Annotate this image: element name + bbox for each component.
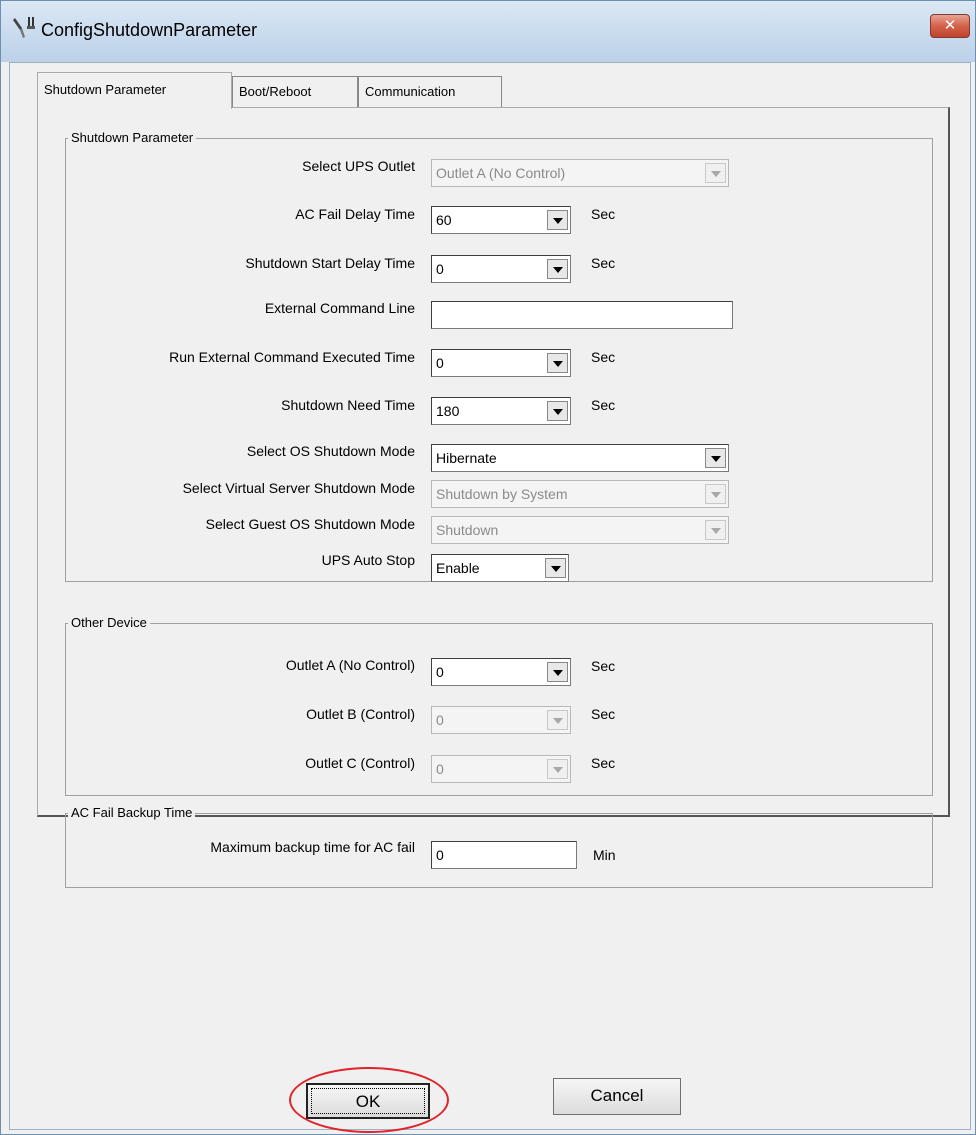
shutdown-need-time-unit: Sec	[591, 397, 616, 413]
other-device-group-title: Other Device	[68, 615, 150, 630]
ac-fail-delay-unit: Sec	[591, 206, 616, 222]
close-icon: ✕	[943, 16, 957, 34]
ac-fail-backup-group-title: AC Fail Backup Time	[68, 805, 196, 820]
combo-value: 0	[436, 355, 444, 371]
chevron-down-icon	[705, 163, 726, 183]
tab-shutdown-parameter[interactable]: Shutdown Parameter	[37, 72, 232, 109]
run-external-command-time-label: Run External Command Executed Time	[169, 349, 415, 365]
select-ups-outlet-label: Select UPS Outlet	[302, 158, 415, 174]
chevron-down-icon[interactable]	[545, 558, 566, 578]
tab-label: Shutdown Parameter	[44, 82, 167, 97]
virtual-server-shutdown-mode-combo: Shutdown by System	[431, 480, 729, 508]
combo-value: 0	[436, 761, 444, 777]
shutdown-parameter-group-title: Shutdown Parameter	[68, 130, 197, 145]
close-button[interactable]: ✕	[930, 14, 970, 38]
max-backup-time-label: Maximum backup time for AC fail	[210, 839, 415, 855]
chevron-down-icon[interactable]	[547, 210, 568, 230]
virtual-server-shutdown-mode-label: Select Virtual Server Shutdown Mode	[182, 480, 415, 496]
tab-communication[interactable]: Communication	[358, 76, 502, 108]
combo-value: Hibernate	[436, 450, 497, 466]
ac-fail-delay-combo[interactable]: 60	[431, 206, 571, 234]
outlet-c-unit: Sec	[591, 755, 616, 771]
config-shutdown-window: ConfigShutdownParameter ✕ Shutdown Param…	[0, 0, 976, 1135]
ac-fail-delay-label: AC Fail Delay Time	[295, 206, 415, 222]
ups-auto-stop-combo[interactable]: Enable	[431, 554, 569, 582]
window-title: ConfigShutdownParameter	[41, 20, 258, 40]
title-bar[interactable]: ConfigShutdownParameter ✕	[1, 1, 975, 62]
chevron-down-icon	[547, 759, 568, 779]
chevron-down-icon[interactable]	[547, 401, 568, 421]
outlet-a-unit: Sec	[591, 658, 616, 674]
combo-value: Enable	[436, 560, 480, 576]
shutdown-start-delay-unit: Sec	[591, 255, 616, 271]
chevron-down-icon	[547, 710, 568, 730]
external-command-line-label: External Command Line	[264, 300, 415, 316]
combo-value: Shutdown	[436, 522, 499, 538]
chevron-down-icon	[705, 520, 726, 540]
tab-label: Communication	[365, 84, 456, 99]
max-backup-time-unit: Min	[593, 847, 616, 863]
combo-value: 180	[436, 403, 460, 419]
ups-auto-stop-label: UPS Auto Stop	[321, 552, 415, 568]
tab-boot-reboot[interactable]: Boot/Reboot	[232, 76, 358, 108]
app-icon	[13, 17, 35, 38]
guest-os-shutdown-mode-combo: Shutdown	[431, 516, 729, 544]
outlet-b-label: Outlet B (Control)	[306, 706, 415, 722]
tab-label: Boot/Reboot	[239, 84, 312, 99]
combo-value: 0	[436, 712, 444, 728]
os-shutdown-mode-label: Select OS Shutdown Mode	[246, 443, 415, 459]
chevron-down-icon	[705, 484, 726, 504]
chevron-down-icon[interactable]	[547, 662, 568, 682]
outlet-a-label: Outlet A (No Control)	[285, 657, 415, 673]
combo-value: 0	[436, 664, 444, 680]
outlet-b-combo: 0	[431, 706, 571, 734]
combo-value: Outlet A (No Control)	[436, 165, 566, 181]
shutdown-need-time-combo[interactable]: 180	[431, 397, 571, 425]
combo-value: 60	[436, 212, 452, 228]
select-ups-outlet-combo: Outlet A (No Control)	[431, 159, 729, 187]
outlet-c-combo: 0	[431, 755, 571, 783]
outlet-a-combo[interactable]: 0	[431, 658, 571, 686]
os-shutdown-mode-combo[interactable]: Hibernate	[431, 444, 729, 472]
guest-os-shutdown-mode-label: Select Guest OS Shutdown Mode	[205, 516, 415, 532]
run-external-command-time-unit: Sec	[591, 349, 616, 365]
run-external-command-time-combo[interactable]: 0	[431, 349, 571, 377]
outlet-b-unit: Sec	[591, 706, 616, 722]
combo-value: Shutdown by System	[436, 486, 568, 502]
shutdown-start-delay-combo[interactable]: 0	[431, 255, 571, 283]
chevron-down-icon[interactable]	[705, 448, 726, 468]
external-command-line-input[interactable]	[431, 301, 733, 329]
combo-value: 0	[436, 261, 444, 277]
outlet-c-label: Outlet C (Control)	[305, 755, 415, 771]
shutdown-need-time-label: Shutdown Need Time	[281, 397, 415, 413]
chevron-down-icon[interactable]	[547, 353, 568, 373]
chevron-down-icon[interactable]	[547, 259, 568, 279]
input-value: 0	[436, 847, 444, 863]
cancel-button[interactable]: Cancel	[553, 1078, 681, 1115]
shutdown-start-delay-label: Shutdown Start Delay Time	[245, 255, 415, 271]
highlight-annotation	[289, 1067, 449, 1133]
cancel-button-label: Cancel	[590, 1086, 644, 1105]
max-backup-time-input[interactable]: 0	[431, 841, 577, 869]
